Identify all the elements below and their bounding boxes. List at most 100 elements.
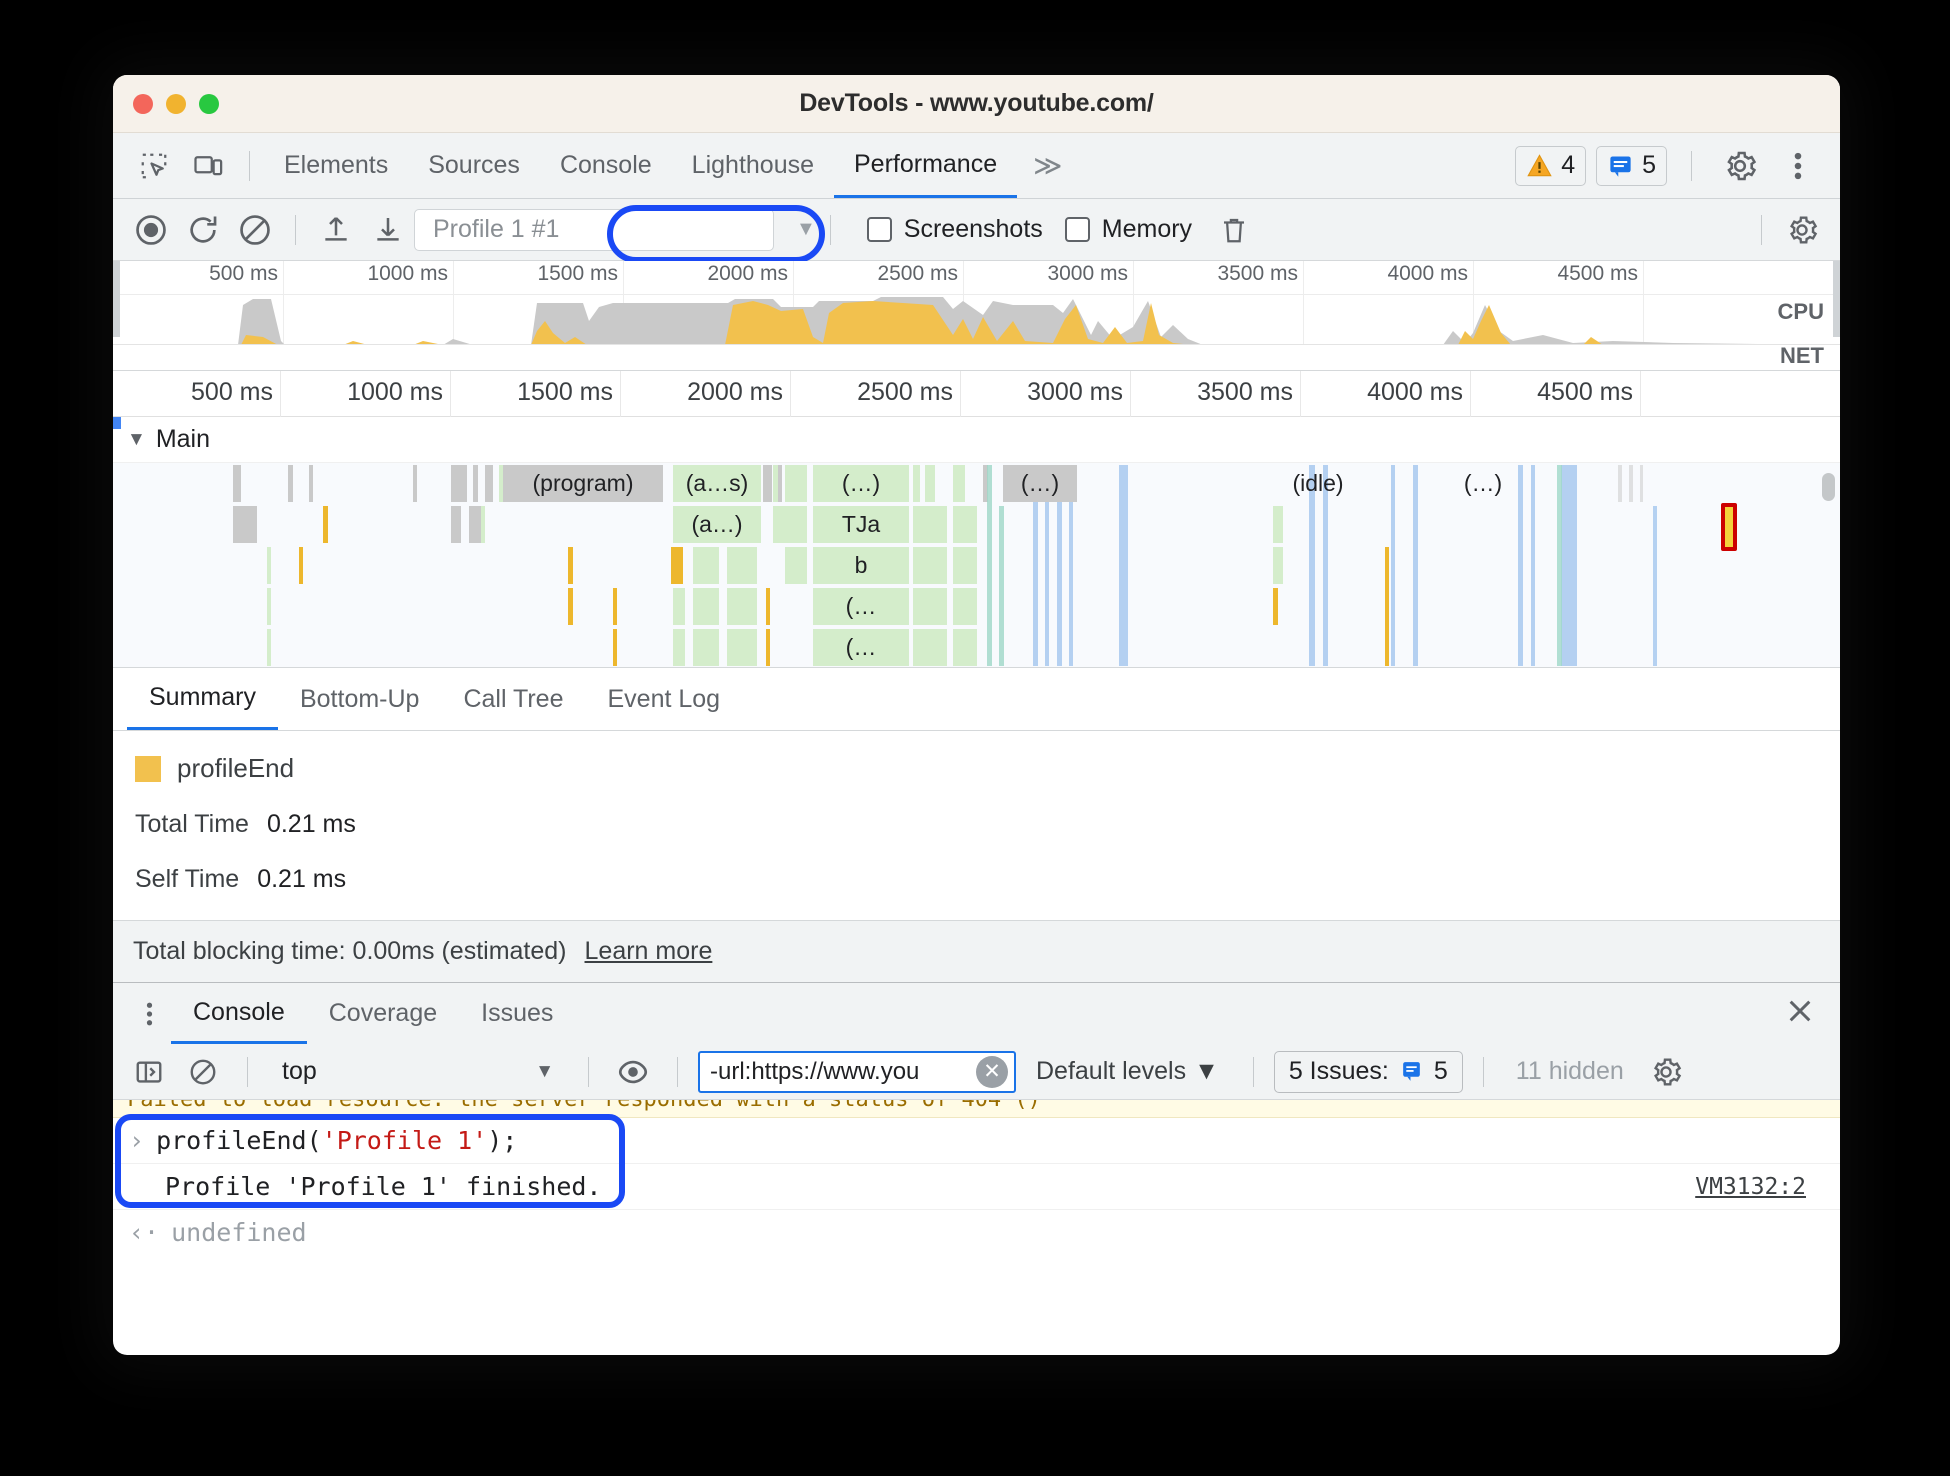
event-name: profileEnd — [177, 753, 295, 783]
main-track-header[interactable]: ▼ Main — [113, 417, 1840, 463]
console-input-line[interactable]: › profileEnd( 'Profile 1' ); — [113, 1118, 1840, 1164]
drawer-tab-console[interactable]: Console — [171, 983, 307, 1044]
console-levels-selector[interactable]: Default levels ▼ — [1022, 1057, 1233, 1086]
flame-tick: 2000 ms — [687, 378, 783, 406]
profile-dropdown-arrow-icon[interactable]: ▼ — [796, 218, 816, 241]
overview-ruler: 500 ms 1000 ms 1500 ms 2000 ms 2500 ms 3… — [113, 261, 1840, 370]
load-profile-icon[interactable] — [310, 206, 362, 254]
overview-right-handle[interactable] — [1833, 261, 1840, 337]
inspect-element-icon[interactable] — [127, 143, 181, 189]
learn-more-link[interactable]: Learn more — [585, 937, 713, 966]
settings-gear-icon[interactable] — [1716, 144, 1764, 188]
tab-call-tree[interactable]: Call Tree — [441, 668, 585, 730]
flame-block[interactable] — [671, 547, 683, 584]
clear-console-icon[interactable] — [179, 1050, 227, 1094]
messages-count: 5 — [1642, 151, 1656, 179]
main-menu-kebab-icon[interactable] — [1774, 144, 1822, 188]
toggle-device-toolbar-icon[interactable] — [181, 143, 235, 189]
timeline-overview[interactable]: 500 ms 1000 ms 1500 ms 2000 ms 2500 ms 3… — [113, 261, 1840, 371]
console-output[interactable]: Failed to load resource: the server resp… — [113, 1100, 1840, 1252]
tab-event-log[interactable]: Event Log — [586, 668, 743, 730]
window-controls — [113, 93, 219, 114]
flame-block[interactable]: (…) — [1003, 465, 1077, 502]
flame-tick: 1500 ms — [517, 378, 613, 406]
memory-checkbox[interactable]: Memory — [1064, 215, 1192, 244]
flame-block[interactable]: (a…) — [673, 506, 761, 543]
chevron-down-icon[interactable]: ▼ — [127, 429, 146, 451]
screenshots-checkbox[interactable]: Screenshots — [866, 215, 1043, 244]
close-window-button[interactable] — [133, 93, 153, 114]
warnings-badge[interactable]: 4 — [1515, 145, 1587, 186]
tab-summary[interactable]: Summary — [127, 668, 278, 730]
capture-settings-gear-icon[interactable] — [1776, 206, 1828, 254]
drawer-menu-kebab-icon[interactable] — [127, 999, 171, 1029]
flame-block[interactable]: (…) — [1443, 465, 1523, 502]
devtools-window: DevTools - www.youtube.com/ Elements Sou… — [113, 75, 1840, 1355]
more-tabs-icon[interactable]: ≫ — [1017, 149, 1078, 182]
flame-block[interactable]: (a…s) — [673, 465, 761, 502]
drawer-tab-issues[interactable]: Issues — [459, 983, 575, 1044]
details-tabs: Summary Bottom-Up Call Tree Event Log — [113, 667, 1840, 731]
drawer-tabbar: Console Coverage Issues — [113, 982, 1840, 1044]
close-drawer-icon[interactable] — [1784, 995, 1840, 1032]
selected-event-marker[interactable] — [1721, 503, 1737, 551]
tab-console[interactable]: Console — [540, 133, 672, 198]
tab-lighthouse[interactable]: Lighthouse — [672, 133, 834, 198]
drawer-tab-coverage[interactable]: Coverage — [307, 983, 459, 1044]
flame-block[interactable]: (… — [813, 629, 909, 666]
tab-performance-label: Performance — [854, 149, 998, 178]
tab-console-label: Console — [559, 151, 652, 179]
delete-recording-icon[interactable] — [1208, 206, 1260, 254]
console-warning-row-clipped[interactable]: Failed to load resource: the server resp… — [113, 1100, 1840, 1118]
screenshots-label: Screenshots — [903, 215, 1043, 243]
console-sidebar-toggle-icon[interactable] — [125, 1050, 173, 1094]
clear-recording-button[interactable] — [229, 206, 281, 254]
tab-sources-label: Sources — [428, 151, 520, 179]
levels-dropdown-arrow-icon: ▼ — [1194, 1057, 1219, 1085]
tab-performance[interactable]: Performance — [834, 133, 1018, 198]
flamechart-ruler: 500 ms 1000 ms 1500 ms 2000 ms 2500 ms 3… — [113, 371, 1840, 417]
flame-block[interactable]: (…) — [813, 465, 909, 502]
reload-and-record-button[interactable] — [177, 206, 229, 254]
tab-elements[interactable]: Elements — [264, 133, 408, 198]
console-log-line[interactable]: Profile 'Profile 1' finished. VM3132:2 — [113, 1164, 1840, 1210]
console-issues-button[interactable]: 5 Issues: 5 — [1273, 1050, 1463, 1093]
live-expression-eye-icon[interactable] — [609, 1050, 657, 1094]
save-profile-icon[interactable] — [362, 206, 414, 254]
console-log-source-link[interactable]: VM3132:2 — [1695, 1174, 1806, 1200]
toolbar-divider-2 — [1691, 150, 1692, 181]
flame-block[interactable]: TJa — [813, 506, 909, 543]
tab-elements-label: Elements — [284, 151, 389, 179]
window-titlebar: DevTools - www.youtube.com/ — [113, 75, 1840, 133]
event-legend: profileEnd — [135, 753, 1840, 784]
clear-filter-icon[interactable]: ✕ — [976, 1055, 1008, 1088]
flame-block[interactable]: (… — [813, 588, 909, 625]
self-time-row: Self Time 0.21 ms — [135, 865, 1840, 894]
overview-tick: 1500 ms — [537, 262, 618, 285]
screenshots-checkbox-box — [866, 217, 892, 242]
toolbar-divider — [249, 150, 250, 181]
context-dropdown-arrow-icon: ▼ — [535, 1060, 554, 1082]
flamechart-scrollbar[interactable] — [1822, 473, 1835, 501]
messages-badge[interactable]: 5 — [1596, 145, 1667, 186]
tab-bottom-up[interactable]: Bottom-Up — [278, 668, 441, 730]
drawer-tab-coverage-label: Coverage — [328, 999, 438, 1027]
flame-block[interactable]: b — [813, 547, 909, 584]
console-log-text: Profile 'Profile 1' finished. — [165, 1172, 602, 1201]
maximize-window-button[interactable] — [199, 93, 219, 114]
console-result-line[interactable]: ‹· undefined — [113, 1210, 1840, 1252]
console-issues-count: 5 — [1433, 1057, 1448, 1085]
console-filter-input[interactable]: -url:https://www.you ✕ — [698, 1050, 1016, 1093]
self-time-value: 0.21 ms — [257, 865, 347, 893]
flame-block[interactable]: (program) — [503, 465, 663, 502]
console-context-selector[interactable]: top ▼ — [268, 1057, 568, 1086]
minimize-window-button[interactable] — [166, 93, 186, 114]
flamechart[interactable]: ▼ Main (program) (a…s) (…) (…) (idle) (…… — [113, 417, 1840, 667]
overview-tick: 3000 ms — [1047, 262, 1128, 285]
record-button[interactable] — [125, 206, 177, 254]
tab-sources[interactable]: Sources — [408, 133, 540, 198]
console-settings-gear-icon[interactable] — [1642, 1050, 1690, 1094]
flame-block-idle[interactable]: (idle) — [1263, 465, 1373, 502]
profile-selector[interactable]: Profile 1 #1 — [414, 208, 774, 251]
overview-left-handle[interactable] — [113, 261, 120, 337]
